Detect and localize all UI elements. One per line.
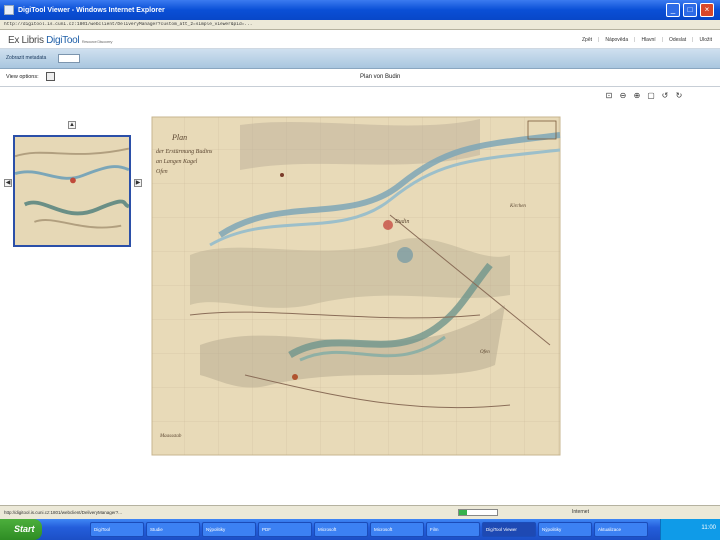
map-thumbnail[interactable]	[13, 135, 131, 247]
system-tray: 11:00	[660, 519, 720, 540]
menu-item-save[interactable]: Uložit	[699, 37, 712, 43]
historic-map: Plan der Erstürmung Budins an Langen Kag…	[151, 116, 561, 456]
zoom-in-icon[interactable]: ⊕	[632, 91, 642, 101]
rotate-right-icon[interactable]: ↻	[674, 91, 684, 101]
app-header: Ex Libris DigiTool Resource Discovery Zp…	[0, 31, 720, 49]
metadata-bar: Zobrazit metadata	[0, 49, 720, 69]
view-options-icon[interactable]	[46, 72, 55, 81]
pan-right-button[interactable]: ▶	[134, 179, 142, 187]
address-bar[interactable]: http://digitool.is.cuni.cz:1801/webclien…	[0, 20, 720, 30]
taskbar-task[interactable]: Studie	[146, 522, 200, 537]
logo-brand: DigiTool	[46, 35, 80, 46]
map-place-budin: Budin	[395, 219, 409, 225]
window-title: DigiTool Viewer - Windows Internet Explo…	[18, 6, 165, 14]
security-zone: Internet	[572, 509, 589, 515]
taskbar-task[interactable]: PDF	[258, 522, 312, 537]
zoom-tools: ⊡ ⊖ ⊕ ▢ ↺ ↻	[604, 91, 684, 101]
map-title-line-1: Plan	[171, 133, 187, 142]
thumbnail-map-svg	[15, 137, 129, 245]
top-menu: Zpět | Nápověda | Hlavní | Odeslat | Ulo…	[582, 37, 712, 43]
load-progress-fill	[459, 510, 467, 515]
maximize-button[interactable]: □	[683, 3, 697, 17]
taskbar-task[interactable]: Aktualizace	[594, 522, 648, 537]
taskbar-task[interactable]: Microsoft	[370, 522, 424, 537]
map-bottom-note: Maassstab	[159, 434, 182, 439]
zoom-window-icon[interactable]: ▢	[646, 91, 656, 101]
map-viewer[interactable]: Plan der Erstürmung Budins an Langen Kag…	[150, 115, 562, 457]
taskbar-task[interactable]: DigiTool Viewer	[482, 522, 536, 537]
map-place-ofen: Ofen	[480, 350, 490, 355]
windows-taskbar: Start DigiTool Studie Nýpolitiky PDF Microso…	[0, 519, 720, 540]
clock: 11:00	[701, 525, 716, 531]
map-title-line-3: an Langen Kagel	[156, 159, 198, 165]
ie-app-icon	[4, 5, 14, 15]
zoom-out-icon[interactable]: ⊖	[618, 91, 628, 101]
rotate-left-icon[interactable]: ↺	[660, 91, 670, 101]
taskbar-task[interactable]: Film	[426, 522, 480, 537]
exlibris-logo: Ex Libris DigiTool Resource Discovery	[8, 35, 112, 46]
taskbar-task[interactable]: Nýpolitiky	[538, 522, 592, 537]
minimize-button[interactable]: _	[666, 3, 680, 17]
map-title-line-4: Ofen	[156, 168, 168, 175]
menu-item-main[interactable]: Hlavní	[641, 37, 655, 43]
window-titlebar: DigiTool Viewer - Windows Internet Explo…	[0, 0, 720, 20]
status-bar: http://digitool.is.cuni.cz:1801/webclien…	[0, 505, 720, 519]
logo-subtitle: Resource Discovery	[81, 39, 113, 44]
viewer-toolbar: View options: Plan von Budin	[0, 69, 720, 87]
fit-icon[interactable]: ⊡	[604, 91, 614, 101]
status-text: http://digitool.is.cuni.cz:1801/webclien…	[4, 510, 123, 515]
pan-up-button[interactable]: ▲	[68, 121, 76, 129]
logo-prefix: Ex Libris	[8, 35, 44, 46]
map-title-line-2: der Erstürmung Budins	[156, 149, 213, 155]
thumbnail-panel: ▲ ◀ ▶ ▼	[0, 115, 148, 255]
menu-item-help[interactable]: Nápověda	[605, 37, 628, 43]
pan-left-button[interactable]: ◀	[4, 179, 12, 187]
address-url[interactable]: http://digitool.is.cuni.cz:1801/webclien…	[4, 22, 252, 27]
close-button[interactable]: ×	[700, 3, 714, 17]
taskbar-task[interactable]: Nýpolitiky	[202, 522, 256, 537]
taskbar-task[interactable]: DigiTool	[90, 522, 144, 537]
show-metadata-label[interactable]: Zobrazit metadata	[6, 55, 46, 61]
map-place-kirchen: Kirchen	[509, 204, 526, 209]
metadata-toggle[interactable]	[58, 54, 80, 63]
menu-item-send[interactable]: Odeslat	[669, 37, 686, 43]
view-options-label: View options:	[6, 74, 39, 80]
taskbar-tasks: DigiTool Studie Nýpolitiky PDF Microsoft Micr…	[90, 522, 648, 537]
start-button[interactable]: Start	[0, 519, 42, 540]
menu-item-back[interactable]: Zpět	[582, 37, 592, 43]
taskbar-task[interactable]: Microsoft	[314, 522, 368, 537]
document-title: Plan von Budin	[360, 74, 401, 80]
load-progress	[458, 509, 498, 516]
